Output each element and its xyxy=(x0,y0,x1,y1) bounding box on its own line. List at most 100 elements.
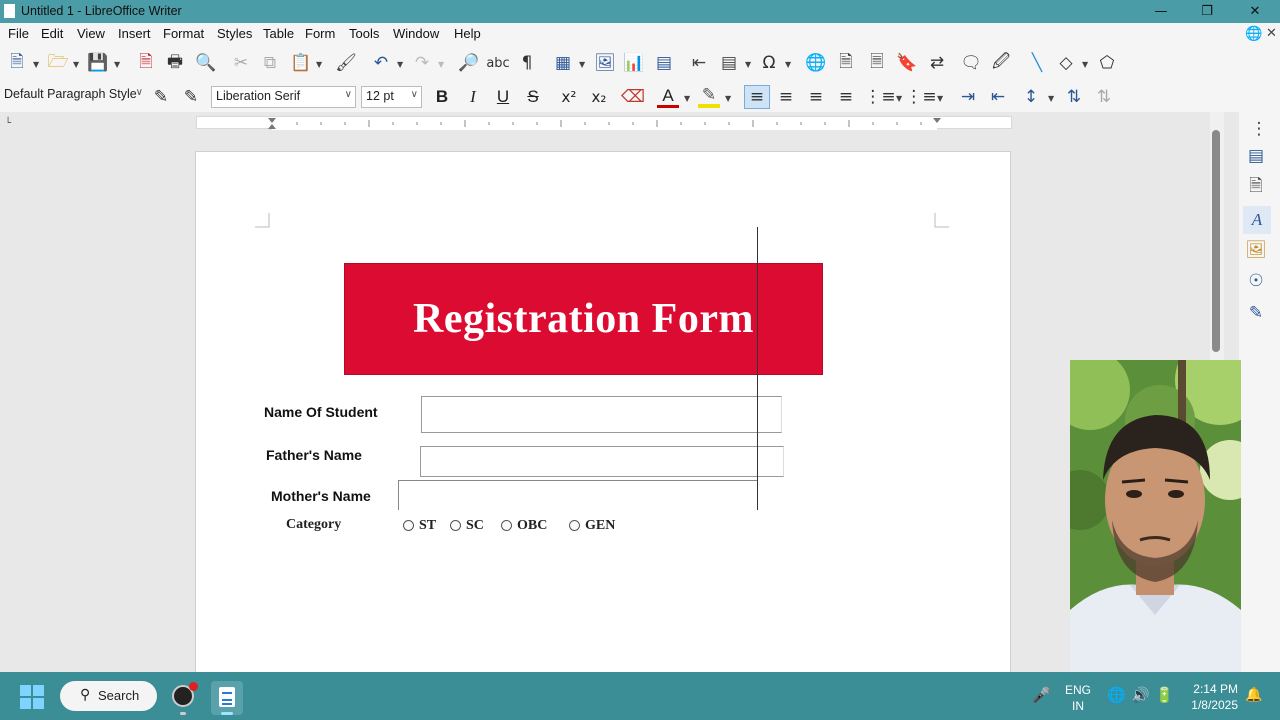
taskbar-search-box[interactable]: ⚲ Search xyxy=(60,681,157,711)
print-icon[interactable]: 🖶 xyxy=(164,52,186,74)
ordered-list-icon[interactable]: ⋮≡ xyxy=(905,86,936,108)
print-preview-icon[interactable]: 🔍 xyxy=(195,52,217,74)
redo-dropdown-arrow-icon[interactable]: ▼ xyxy=(438,60,444,69)
registration-form-banner[interactable]: Registration Form xyxy=(344,263,823,375)
insert-page-break-icon[interactable]: ⇤ xyxy=(688,52,710,74)
open-dropdown-arrow-icon[interactable]: ▼ xyxy=(73,60,79,69)
language-indicator[interactable]: ENG IN xyxy=(1065,683,1091,713)
field-dropdown-arrow-icon[interactable]: ▼ xyxy=(745,60,751,69)
font-name-combo[interactable]: Liberation Serif ∨ xyxy=(211,86,356,108)
bullets-dropdown-arrow-icon[interactable]: ▼ xyxy=(896,94,902,103)
unordered-list-icon[interactable]: ⋮≡ xyxy=(864,86,895,108)
clock[interactable]: 2:14 PM 1/8/2025 xyxy=(1186,682,1238,712)
basic-shapes-icon[interactable]: ◇ xyxy=(1055,52,1077,74)
menu-view[interactable]: View xyxy=(77,26,105,41)
open-folder-icon[interactable]: 🗁 xyxy=(47,52,69,74)
update-globe-icon[interactable]: 🌐 xyxy=(1245,25,1262,42)
radio-st[interactable] xyxy=(403,520,414,531)
page-icon[interactable]: 🗎 xyxy=(1245,176,1267,198)
new-dropdown-arrow-icon[interactable]: ▼ xyxy=(33,60,39,69)
clear-formatting-icon[interactable]: ⌫ xyxy=(621,86,645,108)
font-color-dropdown-arrow-icon[interactable]: ▼ xyxy=(684,94,690,103)
menu-format[interactable]: Format xyxy=(163,26,204,41)
insert-footnote-icon[interactable]: 🗎 xyxy=(835,52,857,74)
formatting-marks-icon[interactable]: ¶ xyxy=(516,52,538,74)
minimize-button[interactable]: — xyxy=(1138,2,1184,21)
line-spacing-icon[interactable]: ↕ xyxy=(1020,86,1042,108)
bold-icon[interactable]: B xyxy=(431,86,453,108)
line-spacing-dropdown-arrow-icon[interactable]: ▼ xyxy=(1048,94,1054,103)
italic-icon[interactable]: I xyxy=(462,86,484,108)
insert-image-icon[interactable]: 🖼 xyxy=(594,52,616,74)
insert-cross-reference-icon[interactable]: ⇄ xyxy=(926,52,948,74)
insert-hyperlink-icon[interactable]: 🌐 xyxy=(805,52,827,74)
menu-window[interactable]: Window xyxy=(393,26,439,41)
properties-icon[interactable]: ▤ xyxy=(1245,145,1267,167)
insert-comment-icon[interactable]: 🗨 xyxy=(960,52,982,74)
fathers-name-field[interactable] xyxy=(420,446,784,477)
underline-icon[interactable]: U xyxy=(492,86,514,108)
save-dropdown-arrow-icon[interactable]: ▼ xyxy=(114,60,120,69)
insert-line-icon[interactable]: ╲ xyxy=(1026,52,1048,74)
insert-endnote-icon[interactable]: 🗏 xyxy=(866,52,888,74)
ruler-tab-selector[interactable]: └ xyxy=(5,118,11,129)
menu-tools[interactable]: Tools xyxy=(349,26,379,41)
spelling-icon[interactable]: abc xyxy=(486,52,509,74)
new-style-icon[interactable]: ✎ xyxy=(180,86,202,108)
paste-icon[interactable]: 📋 xyxy=(290,52,312,74)
close-document-icon[interactable]: ✕ xyxy=(1266,25,1277,41)
numbering-dropdown-arrow-icon[interactable]: ▼ xyxy=(937,94,943,103)
track-changes-icon[interactable]: 🖉 xyxy=(990,52,1012,74)
student-name-field[interactable] xyxy=(421,396,782,433)
align-center-icon[interactable]: ≡ xyxy=(775,86,797,108)
menu-edit[interactable]: Edit xyxy=(41,26,63,41)
menu-file[interactable]: File xyxy=(8,26,29,41)
save-icon[interactable]: 💾 xyxy=(87,52,109,74)
menu-table[interactable]: Table xyxy=(263,26,294,41)
highlight-dropdown-arrow-icon[interactable]: ▼ xyxy=(725,94,731,103)
navigator-icon[interactable]: ☉ xyxy=(1245,270,1267,292)
copy-icon[interactable]: ⧉ xyxy=(259,52,281,74)
styles-icon[interactable]: A xyxy=(1243,206,1271,234)
close-button[interactable]: ✕ xyxy=(1232,2,1278,21)
battery-icon[interactable]: 🔋 xyxy=(1155,686,1174,704)
export-pdf-icon[interactable]: 🗎 xyxy=(135,52,157,74)
sidebar-menu-icon[interactable]: ⋮ xyxy=(1248,118,1270,140)
decrease-paragraph-spacing-icon[interactable]: ⇅ xyxy=(1093,86,1115,108)
radio-gen[interactable] xyxy=(569,520,580,531)
radio-obc[interactable] xyxy=(501,520,512,531)
font-color-icon[interactable]: A xyxy=(657,86,679,108)
mothers-name-field[interactable] xyxy=(398,480,758,510)
notifications-bell-icon[interactable]: 🔔 xyxy=(1245,686,1262,703)
writer-taskbar-button[interactable] xyxy=(211,681,243,715)
undo-dropdown-arrow-icon[interactable]: ▼ xyxy=(397,60,403,69)
clone-formatting-icon[interactable]: 🖌 xyxy=(335,52,357,74)
radio-sc[interactable] xyxy=(450,520,461,531)
scrollbar-thumb[interactable] xyxy=(1212,130,1220,352)
strikethrough-icon[interactable]: S xyxy=(522,86,544,108)
superscript-icon[interactable]: x² xyxy=(558,86,580,108)
justify-icon[interactable]: ≡ xyxy=(835,86,857,108)
menu-help[interactable]: Help xyxy=(454,26,481,41)
menu-form[interactable]: Form xyxy=(305,26,335,41)
paragraph-style-combo[interactable]: Default Paragraph Style ∨ xyxy=(2,85,146,107)
insert-table-icon[interactable]: ▦ xyxy=(552,52,574,74)
menu-insert[interactable]: Insert xyxy=(118,26,151,41)
increase-paragraph-spacing-icon[interactable]: ⇅ xyxy=(1063,86,1085,108)
cut-icon[interactable]: ✂ xyxy=(230,52,252,74)
align-right-icon[interactable]: ≡ xyxy=(805,86,827,108)
volume-icon[interactable]: 🔊 xyxy=(1131,686,1150,704)
decrease-indent-icon[interactable]: ⇤ xyxy=(987,86,1009,108)
find-replace-icon[interactable]: 🔎 xyxy=(458,52,480,74)
highlight-color-icon[interactable]: ✎ xyxy=(698,85,720,108)
insert-field-icon[interactable]: ▤ xyxy=(718,52,740,74)
font-size-combo[interactable]: 12 pt ∨ xyxy=(361,86,422,108)
align-left-icon[interactable]: ≡ xyxy=(744,85,770,109)
insert-text-box-icon[interactable]: ▤ xyxy=(653,52,675,74)
special-char-dropdown-arrow-icon[interactable]: ▼ xyxy=(785,60,791,69)
gallery-icon[interactable]: 🖼 xyxy=(1245,239,1267,261)
insert-chart-icon[interactable]: 📊 xyxy=(623,52,645,74)
special-character-icon[interactable]: Ω xyxy=(758,52,780,74)
draw-functions-icon[interactable]: ⬠ xyxy=(1096,52,1118,74)
microphone-icon[interactable]: 🎤 xyxy=(1032,686,1051,704)
